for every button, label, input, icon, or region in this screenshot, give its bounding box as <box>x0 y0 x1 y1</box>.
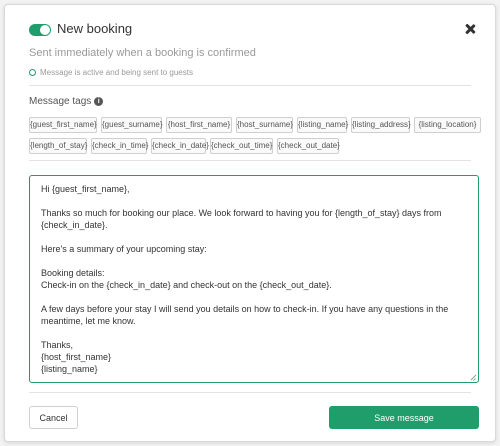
tag-check-out-time[interactable]: {check_out_time} <box>210 138 273 154</box>
message-textarea[interactable]: Hi {guest_first_name}, Thanks so much fo… <box>29 175 479 383</box>
tag-listing-name[interactable]: {listing_name} <box>297 117 348 133</box>
status-text: Message is active and being sent to gues… <box>40 68 193 77</box>
divider <box>29 160 471 161</box>
message-line: {listing_name} <box>41 364 98 374</box>
new-booking-modal: New booking Sent immediately when a book… <box>4 4 496 442</box>
tag-listing-address[interactable]: {listing_address} <box>351 117 411 133</box>
message-line: Booking details: <box>41 268 105 278</box>
message-line: Thanks, <box>41 340 74 350</box>
status-indicator: Message is active and being sent to gues… <box>29 68 193 77</box>
tag-guest-surname[interactable]: {guest_surname} <box>101 117 163 133</box>
message-line: {host_first_name} <box>41 352 112 362</box>
save-message-button[interactable]: Save message <box>329 406 479 429</box>
tag-check-in-time[interactable]: {check_in_time} <box>91 138 148 154</box>
divider <box>29 85 471 86</box>
modal-header: New booking <box>25 21 479 45</box>
message-line: Here's a summary of your upcoming stay: <box>41 244 207 254</box>
modal-title: New booking <box>57 21 133 36</box>
message-line: Check-in on the {check_in_date} and chec… <box>41 280 332 290</box>
tag-length-of-stay[interactable]: {length_of_stay} <box>29 138 87 154</box>
toggle-knob <box>40 25 50 35</box>
cancel-button[interactable]: Cancel <box>29 406 78 429</box>
info-icon[interactable]: i <box>94 97 104 106</box>
message-tags-title: Message tags <box>29 96 92 107</box>
status-dot-icon <box>29 69 36 76</box>
message-tags-label: Message tags i <box>29 96 104 107</box>
tag-host-first-name[interactable]: {host_first_name} <box>166 117 232 133</box>
message-active-toggle[interactable] <box>29 24 51 36</box>
message-line: A few days before your stay I will send … <box>41 304 451 326</box>
resize-handle-icon[interactable] <box>470 374 476 380</box>
tag-host-surname[interactable]: {host_surname} <box>236 117 293 133</box>
message-line: Hi {guest_first_name}, <box>41 184 130 194</box>
tag-guest-first-name[interactable]: {guest_first_name} <box>29 117 97 133</box>
modal-subtitle: Sent immediately when a booking is confi… <box>29 47 256 59</box>
tag-check-out-date[interactable]: {check_out_date} <box>277 138 340 154</box>
tag-listing-location[interactable]: {listing_location} <box>414 117 481 133</box>
divider <box>29 392 471 393</box>
message-line: Thanks so much for booking our place. We… <box>41 208 445 230</box>
tag-check-in-date[interactable]: {check_in_date} <box>151 138 209 154</box>
close-icon[interactable] <box>463 23 477 37</box>
